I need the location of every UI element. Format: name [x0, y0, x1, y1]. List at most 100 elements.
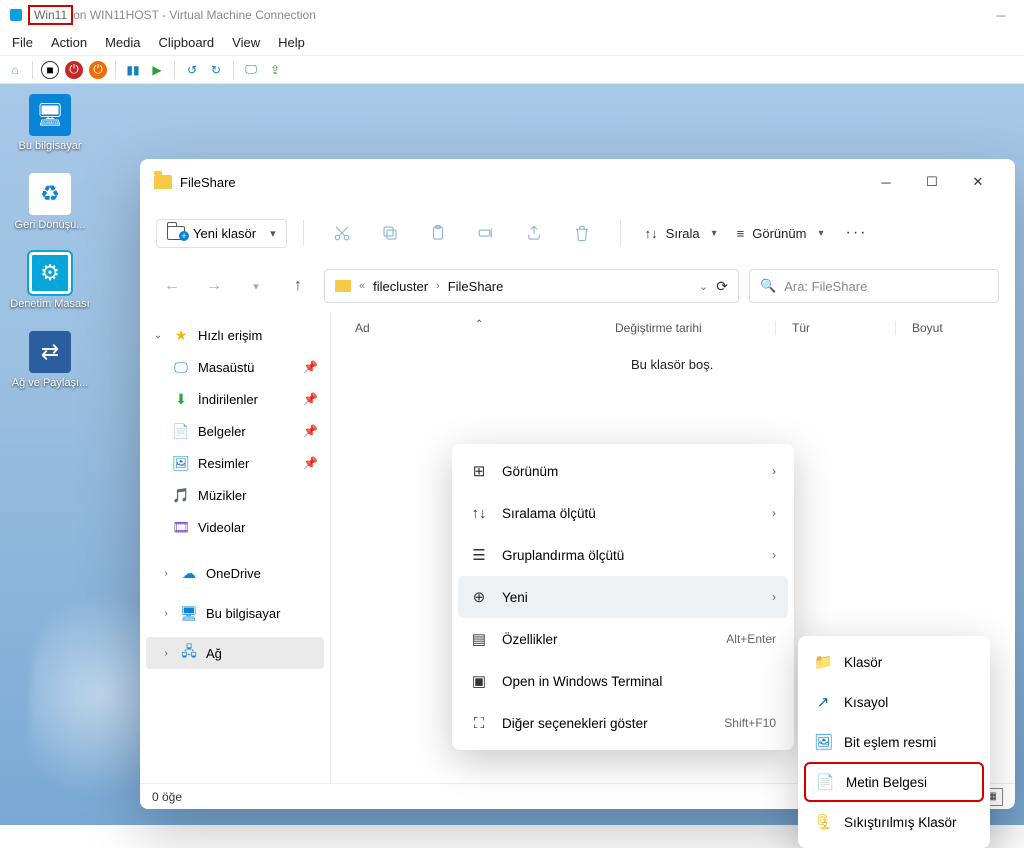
sidebar-item-documents[interactable]: 📄 Belgeler 📌 [146, 415, 324, 447]
sidebar-quick-access[interactable]: ⌄ ★ Hızlı erişim [146, 319, 324, 351]
subctx-bitmap[interactable]: 🖼 Bit eşlem resmi [804, 722, 984, 762]
menu-view[interactable]: View [232, 35, 260, 50]
menu-clipboard[interactable]: Clipboard [159, 35, 215, 50]
host-minimize-button[interactable]: ─ [978, 0, 1024, 30]
close-button[interactable]: ✕ [955, 164, 1001, 200]
menu-action[interactable]: Action [51, 35, 87, 50]
ctx-open-terminal[interactable]: ▣ Open in Windows Terminal [458, 660, 788, 702]
list-icon: ≡ [737, 226, 745, 241]
desktop-icon-control-panel[interactable]: ⚙ Denetim Masası [10, 252, 90, 311]
chevron-down-icon[interactable]: ⌄ [699, 280, 708, 293]
minimize-button[interactable]: ─ [863, 164, 909, 200]
ctx-group[interactable]: ☰ Gruplandırma ölçütü › [458, 534, 788, 576]
sidebar-item-pictures[interactable]: 🖼 Resimler 📌 [146, 447, 324, 479]
subctx-shortcut[interactable]: ↗ Kısayol [804, 682, 984, 722]
guest-desktop[interactable]: 🖥 Bu bilgisayar ♻ Geri Dönüşü... ⚙ Denet… [0, 84, 1024, 825]
address-bar[interactable]: « filecluster › FileShare ⌄ ⟳ [324, 269, 739, 303]
rename-button[interactable] [464, 215, 508, 251]
more-button[interactable]: ··· [835, 224, 877, 242]
chevron-down-icon[interactable]: ⌄ [152, 330, 164, 341]
sidebar-label: Ağ [206, 646, 222, 661]
separator [303, 220, 304, 246]
sidebar-item-onedrive[interactable]: › ☁ OneDrive [146, 557, 324, 589]
new-folder-button[interactable]: + Yeni klasör ▾ [156, 219, 287, 248]
up-button[interactable]: ↑ [282, 277, 314, 295]
start-button[interactable]: ■ [41, 61, 59, 79]
plus-circle-icon: ⊕ [470, 588, 488, 606]
new-submenu: 📁 Klasör ↗ Kısayol 🖼 Bit eşlem resmi 📄 M… [798, 636, 990, 848]
enhanced-session-icon[interactable]: 🖵 [242, 61, 260, 79]
breadcrumb-ellipsis[interactable]: « [359, 280, 365, 292]
chevron-right-icon[interactable]: › [160, 568, 172, 579]
pause-button[interactable]: ▮▮ [124, 61, 142, 79]
back-button[interactable]: ← [156, 277, 188, 295]
pin-icon: 📌 [303, 456, 318, 470]
host-toolbar: ⌂ ■ ⏻ ⏻ ▮▮ ▶ ↺ ↻ 🖵 ⇪ [0, 56, 1024, 84]
download-icon: ⬇ [172, 391, 190, 408]
paste-button[interactable] [416, 215, 460, 251]
delete-button[interactable] [560, 215, 604, 251]
ctx-view[interactable]: ⊞ Görünüm › [458, 450, 788, 492]
host-menubar: File Action Media Clipboard View Help [0, 30, 1024, 56]
desktop-icon-this-pc[interactable]: 🖥 Bu bilgisayar [10, 94, 90, 153]
chevron-right-icon: › [772, 548, 776, 562]
column-size[interactable]: Boyut [895, 321, 1015, 335]
menu-file[interactable]: File [12, 35, 33, 50]
chevron-right-icon[interactable]: › [160, 648, 172, 659]
ctx-label: Gruplandırma ölçütü [502, 548, 758, 563]
maximize-button[interactable]: ☐ [909, 164, 955, 200]
subctx-compressed-folder[interactable]: 🗜 Sıkıştırılmış Klasör [804, 802, 984, 842]
recent-locations-button[interactable]: ▾ [240, 280, 272, 293]
terminal-icon: ▣ [470, 672, 488, 690]
explorer-titlebar[interactable]: FileShare ─ ☐ ✕ [140, 159, 1015, 205]
column-name[interactable]: Ad⌃ [355, 321, 615, 335]
copy-button[interactable] [368, 215, 412, 251]
revert-button[interactable]: ↻ [207, 61, 225, 79]
share-button[interactable]: ⇪ [266, 61, 284, 79]
sort-icon: ↑↓ [470, 505, 488, 522]
breadcrumb-part[interactable]: filecluster [373, 279, 428, 294]
desktop-icon-network[interactable]: ⇄ Ağ ve Paylaşı... [10, 331, 90, 390]
sidebar-item-videos[interactable]: 🎞 Videolar [146, 511, 324, 543]
view-button[interactable]: ≡ Görünüm ▾ [729, 215, 832, 251]
network-icon: 🖧 [180, 641, 198, 665]
search-input[interactable]: 🔍 Ara: FileShare [749, 269, 999, 303]
chevron-right-icon: › [772, 590, 776, 604]
sidebar-item-network[interactable]: › 🖧 Ağ [146, 637, 324, 669]
desktop-icon-recycle-bin[interactable]: ♻ Geri Dönüşü... [10, 173, 90, 232]
subctx-folder[interactable]: 📁 Klasör [804, 642, 984, 682]
ctx-properties[interactable]: ▤ Özellikler Alt+Enter [458, 618, 788, 660]
reset-button[interactable]: ▶ [148, 61, 166, 79]
menu-media[interactable]: Media [105, 35, 140, 50]
sidebar-label: Bu bilgisayar [206, 606, 280, 621]
sort-button[interactable]: ↑↓ Sırala ▾ [637, 215, 725, 251]
cut-button[interactable] [320, 215, 364, 251]
sidebar-item-this-pc[interactable]: › 🖥 Bu bilgisayar [146, 597, 324, 629]
turnoff-button[interactable]: ⏻ [65, 61, 83, 79]
checkpoint-button[interactable]: ↺ [183, 61, 201, 79]
ctx-new[interactable]: ⊕ Yeni › [458, 576, 788, 618]
share-button[interactable] [512, 215, 556, 251]
subctx-text-document[interactable]: 📄 Metin Belgesi [804, 762, 984, 802]
sidebar-item-downloads[interactable]: ⬇ İndirilenler 📌 [146, 383, 324, 415]
ctrl-alt-del-icon[interactable]: ⌂ [6, 61, 24, 79]
breadcrumb-part[interactable]: FileShare [448, 279, 504, 294]
ctx-label: Sıralama ölçütü [502, 506, 758, 521]
refresh-button[interactable]: ⟳ [716, 278, 728, 295]
column-type[interactable]: Tür [775, 321, 895, 335]
sidebar-item-music[interactable]: 🎵 Müzikler [146, 479, 324, 511]
ctx-more-options[interactable]: ⛶ Diğer seçenekleri göster Shift+F10 [458, 702, 788, 744]
shutdown-button[interactable]: ⏻ [89, 61, 107, 79]
more-options-icon: ⛶ [470, 715, 488, 732]
menu-help[interactable]: Help [278, 35, 305, 50]
chevron-right-icon: › [772, 506, 776, 520]
forward-button[interactable]: → [198, 277, 230, 295]
sidebar-item-desktop[interactable]: 🖵 Masaüstü 📌 [146, 351, 324, 383]
ctx-sort[interactable]: ↑↓ Sıralama ölçütü › [458, 492, 788, 534]
subctx-label: Kısayol [844, 695, 888, 710]
network-icon: ⇄ [29, 331, 71, 373]
chevron-right-icon[interactable]: › [436, 280, 440, 292]
column-modified[interactable]: Değiştirme tarihi [615, 321, 775, 335]
chevron-right-icon[interactable]: › [160, 608, 172, 619]
accelerator: Shift+F10 [724, 716, 776, 730]
